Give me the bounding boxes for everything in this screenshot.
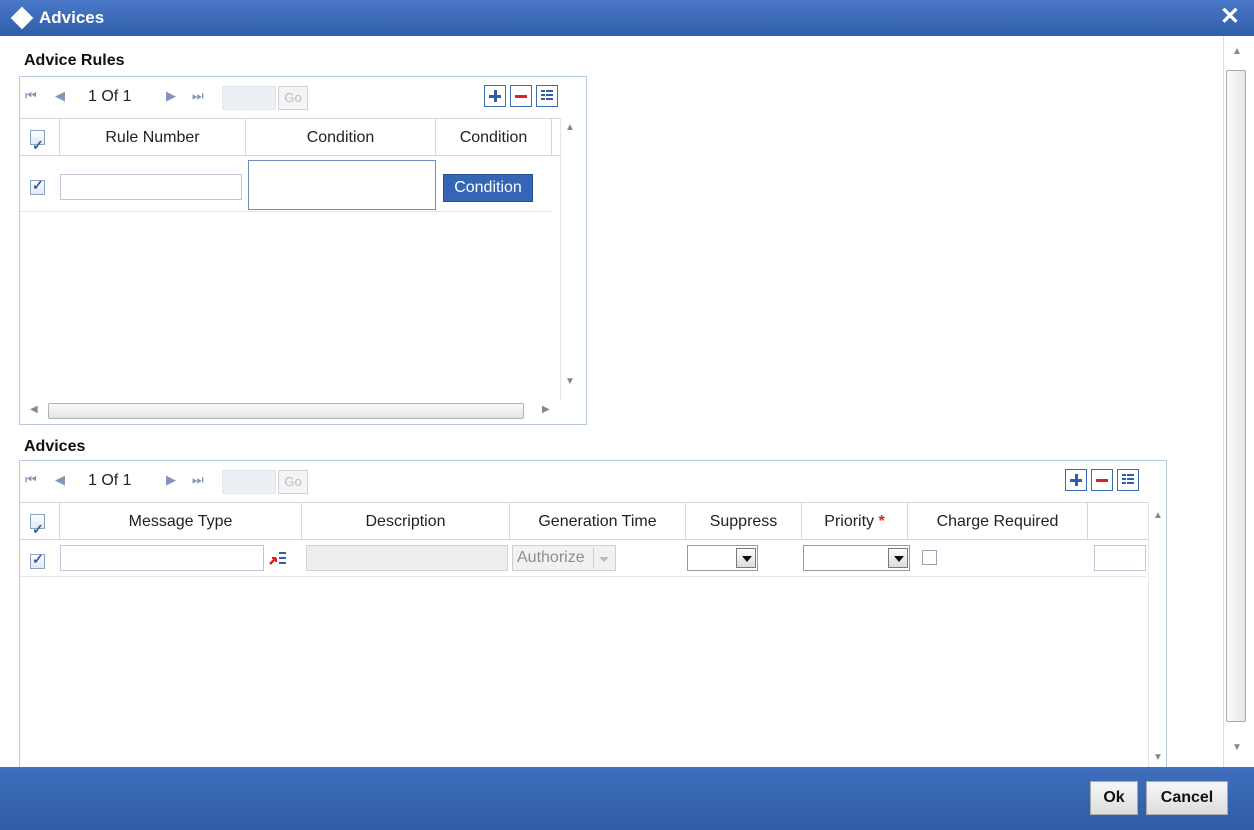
page-number-input[interactable] [222, 470, 276, 494]
select-all-cell [20, 119, 60, 164]
required-marker: * [878, 513, 885, 530]
advices-title: Advices [24, 438, 86, 455]
col-condition[interactable]: Condition [246, 119, 436, 156]
add-row-icon[interactable] [1065, 469, 1087, 491]
advices-vertical-scrollbar[interactable]: ▲ ▼ [1148, 502, 1166, 768]
page-vertical-scrollbar[interactable]: ▲ ▼ [1223, 36, 1249, 767]
scroll-down-icon[interactable]: ▼ [1153, 752, 1163, 763]
advices-pager: ⏮ ◀ 1 Of 1 ▶ ⏭ Go [20, 461, 1166, 501]
app-diamond-icon [10, 6, 34, 30]
scroll-down-icon[interactable]: ▼ [1232, 742, 1242, 753]
message-type-input[interactable] [60, 545, 264, 571]
scroll-up-icon[interactable]: ▲ [1232, 46, 1242, 57]
scroll-up-icon[interactable]: ▲ [565, 122, 575, 133]
chevron-down-icon[interactable] [888, 548, 908, 568]
single-view-icon[interactable] [1117, 469, 1139, 491]
cancel-button[interactable]: Cancel [1146, 781, 1228, 815]
chevron-down-icon[interactable] [736, 548, 756, 568]
table-row: Authorize [20, 540, 1146, 577]
scroll-down-icon[interactable]: ▼ [565, 376, 575, 387]
row-checkbox[interactable] [30, 551, 45, 569]
advice-rules-panel: ⏮ ◀ 1 Of 1 ▶ ⏭ Go Rule Number Condition … [19, 76, 587, 425]
scroll-left-icon[interactable]: ◀ [30, 404, 38, 415]
single-view-icon[interactable] [536, 85, 558, 107]
col-rule-number[interactable]: Rule Number [60, 119, 246, 156]
dialog-footer: Ok Cancel [0, 767, 1254, 830]
close-icon[interactable]: ✕ [1220, 2, 1240, 31]
page-number-input[interactable] [222, 86, 276, 110]
rules-scroll-thumb[interactable] [48, 403, 524, 419]
col-message-type[interactable]: Message Type [60, 503, 302, 540]
lov-icon[interactable] [268, 549, 288, 567]
rules-horizontal-scrollbar[interactable]: ◀ ▶ [20, 400, 560, 422]
select-all-checkbox[interactable] [30, 511, 45, 548]
charge-required-checkbox[interactable] [922, 550, 937, 565]
first-page-icon[interactable]: ⏮ [25, 472, 37, 488]
window-titlebar: Advices ✕ [0, 0, 1254, 36]
rules-vertical-scrollbar[interactable]: ▲ ▼ [560, 118, 578, 400]
delete-row-icon[interactable] [1091, 469, 1113, 491]
col-description[interactable]: Description [302, 503, 510, 540]
col-suppress[interactable]: Suppress [686, 503, 802, 540]
ok-button[interactable]: Ok [1090, 781, 1138, 815]
priority-select[interactable] [803, 545, 910, 571]
condition-button[interactable]: Condition [443, 174, 533, 202]
select-all-checkbox[interactable] [30, 127, 45, 164]
extra-input[interactable] [1094, 545, 1146, 571]
last-page-icon[interactable]: ⏭ [192, 88, 204, 104]
add-row-icon[interactable] [484, 85, 506, 107]
col-condition-button[interactable]: Condition [436, 119, 552, 156]
prev-page-icon[interactable]: ◀ [55, 472, 65, 488]
advice-rules-header: Rule Number Condition Condition [20, 118, 568, 164]
scroll-up-icon[interactable]: ▲ [1153, 510, 1163, 521]
table-row: Condition [20, 156, 552, 212]
delete-row-icon[interactable] [510, 85, 532, 107]
last-page-icon[interactable]: ⏭ [192, 472, 204, 488]
prev-page-icon[interactable]: ◀ [55, 88, 65, 104]
col-charge-required[interactable]: Charge Required [908, 503, 1088, 540]
condition-textarea[interactable] [248, 160, 436, 210]
go-button[interactable]: Go [278, 470, 308, 494]
advices-header: Message Type Description Generation Time… [20, 502, 1166, 548]
col-generation-time[interactable]: Generation Time [510, 503, 686, 540]
row-checkbox[interactable] [30, 177, 45, 195]
advices-panel: ⏮ ◀ 1 Of 1 ▶ ⏭ Go Message Type Descripti… [19, 460, 1167, 768]
generation-time-value: Authorize [517, 549, 585, 566]
description-input [306, 545, 508, 571]
advice-rules-title: Advice Rules [24, 52, 125, 69]
advice-rules-pager: ⏮ ◀ 1 Of 1 ▶ ⏭ Go [20, 77, 586, 117]
page-info: 1 Of 1 [88, 88, 132, 105]
first-page-icon[interactable]: ⏮ [25, 88, 37, 104]
chevron-down-icon [593, 548, 613, 568]
page-info: 1 Of 1 [88, 472, 132, 489]
rule-number-input[interactable] [60, 174, 242, 200]
next-page-icon[interactable]: ▶ [166, 88, 176, 104]
priority-label: Priority [824, 513, 875, 530]
suppress-select[interactable] [687, 545, 758, 571]
page-scroll-thumb[interactable] [1226, 70, 1246, 722]
next-page-icon[interactable]: ▶ [166, 472, 176, 488]
generation-time-select: Authorize [512, 545, 616, 571]
window-title: Advices [39, 8, 105, 27]
select-all-cell [20, 503, 60, 548]
scroll-right-icon[interactable]: ▶ [542, 404, 550, 415]
col-extra [1088, 503, 1146, 540]
go-button[interactable]: Go [278, 86, 308, 110]
col-priority[interactable]: Priority * [802, 503, 908, 540]
